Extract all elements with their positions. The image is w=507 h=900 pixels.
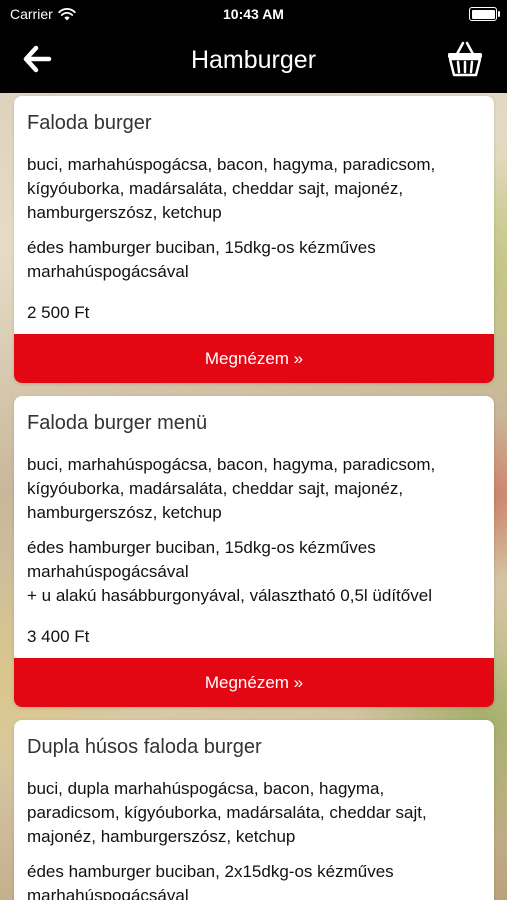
view-product-button[interactable]: Megnézem » [14, 658, 494, 707]
product-name: Dupla húsos faloda burger [27, 736, 262, 758]
product-list: Faloda burger buci, marhahúspogácsa, bac… [14, 96, 494, 900]
product-card: Dupla húsos faloda burger buci, dupla ma… [14, 720, 494, 900]
product-ingredients: buci, marhahúspogácsa, bacon, hagyma, pa… [27, 155, 436, 222]
product-card: Faloda burger menü buci, marhahúspogácsa… [14, 396, 494, 707]
product-card: Faloda burger buci, marhahúspogácsa, bac… [14, 96, 494, 383]
top-bar: Carrier 10:43 AM Hamburger [0, 0, 507, 93]
clock: 10:43 AM [223, 6, 284, 22]
page-title: Hamburger [190, 46, 317, 74]
battery-icon [469, 7, 500, 21]
product-name: Faloda burger menü [27, 412, 208, 434]
navigation-bar: Hamburger [0, 28, 507, 93]
product-ingredients: buci, marhahúspogácsa, bacon, hagyma, pa… [27, 455, 436, 522]
basket-icon[interactable] [445, 40, 485, 78]
product-description: édes hamburger buciban, 15dkg-os kézműve… [27, 238, 376, 281]
product-ingredients: buci, dupla marhahúspogácsa, bacon, hagy… [27, 779, 427, 846]
product-description: édes hamburger buciban, 15dkg-os kézműve… [27, 538, 432, 605]
view-product-button[interactable]: Megnézem » [14, 334, 494, 383]
product-price: 2 500 Ft [27, 303, 90, 322]
product-description: édes hamburger buciban, 2x15dkg-os kézmű… [27, 862, 394, 900]
product-name: Faloda burger [27, 112, 152, 134]
product-price: 3 400 Ft [27, 627, 90, 646]
status-bar: Carrier 10:43 AM [0, 0, 507, 28]
